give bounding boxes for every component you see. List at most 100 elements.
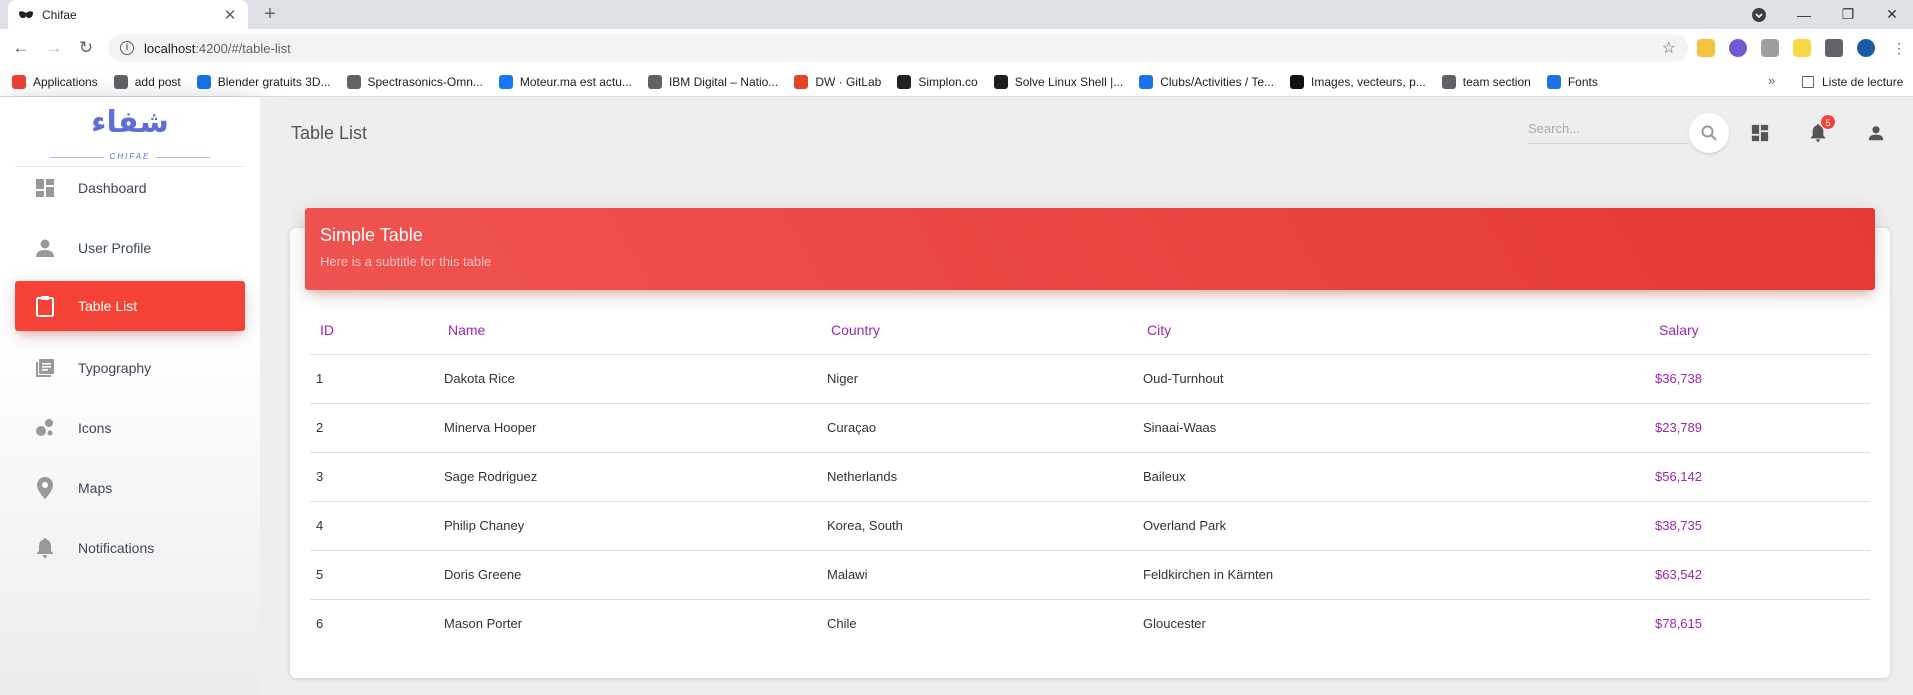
- table-card: Simple Table Here is a subtitle for this…: [290, 208, 1890, 678]
- reading-list-button[interactable]: Liste de lecture: [1802, 67, 1903, 97]
- bookmark-label: Spectrasonics-Omn...: [367, 74, 483, 89]
- sidebar-item-icons[interactable]: Icons: [15, 404, 245, 452]
- dashboard-shortcut-button[interactable]: [1746, 119, 1774, 147]
- table-cell-country: Korea, South: [821, 501, 1137, 551]
- back-icon[interactable]: ←: [10, 37, 32, 59]
- search-icon: [1701, 125, 1717, 141]
- bookmarks-overflow-icon[interactable]: »: [1768, 73, 1775, 88]
- library-books-icon: [34, 357, 56, 379]
- logo-subtitle: CHIFAE: [40, 152, 220, 161]
- bookmark-label: Blender gratuits 3D...: [217, 74, 331, 89]
- table-row: 1 Dakota Rice Niger Oud-Turnhout $36,738: [310, 354, 1870, 404]
- sidebar-item-label: Typography: [78, 360, 152, 376]
- logo[interactable]: شفاء CHIFAE: [40, 105, 220, 165]
- table-row: 2 Minerva Hooper Curaçao Sinaai-Waas $23,789: [310, 403, 1870, 453]
- extension-2-icon[interactable]: [1729, 39, 1747, 57]
- sidebar-item-label: Maps: [78, 480, 113, 496]
- sidebar-item-dashboard[interactable]: Dashboard: [15, 164, 245, 212]
- search-button[interactable]: [1689, 113, 1729, 153]
- browser-menu-icon[interactable]: ⋮: [1888, 37, 1910, 59]
- address-bar[interactable]: i localhost:4200/#/table-list ☆: [108, 34, 1688, 62]
- extension-3-icon[interactable]: [1761, 39, 1779, 57]
- bubble-chart-icon: [34, 417, 56, 439]
- bookmark-item[interactable]: IBM Digital – Natio...: [647, 74, 778, 89]
- bookmark-label: Applications: [33, 74, 98, 89]
- bookmark-item[interactable]: Simplon.co: [897, 74, 978, 89]
- sidebar-item-user-profile[interactable]: User Profile: [15, 224, 245, 272]
- bell-icon: [34, 537, 56, 559]
- bookmark-item[interactable]: add post: [113, 74, 181, 89]
- location-icon: [34, 477, 56, 499]
- column-header-city: City: [1137, 306, 1649, 355]
- extension-1-icon[interactable]: [1697, 39, 1715, 57]
- bookmarks-bar: Applications add post Blender gratuits 3D.…: [0, 67, 1913, 97]
- url-host: localhost: [144, 40, 196, 56]
- bookmark-favicon-icon: [794, 74, 809, 89]
- bookmark-item[interactable]: Blender gratuits 3D...: [196, 74, 331, 89]
- column-header-salary: Salary: [1649, 306, 1870, 355]
- search-field[interactable]: [1528, 114, 1688, 144]
- bookmark-item[interactable]: team section: [1441, 74, 1531, 89]
- sidebar-item-label: User Profile: [78, 240, 152, 256]
- table-cell-name: Philip Chaney: [438, 501, 821, 551]
- bookmark-star-icon[interactable]: ☆: [1662, 38, 1676, 58]
- extension-4-icon[interactable]: [1793, 39, 1811, 57]
- bookmark-favicon-icon: [897, 74, 912, 89]
- sidebar-item-table-list[interactable]: Table List: [15, 281, 245, 331]
- table-cell-name: Doris Greene: [438, 550, 821, 600]
- tab-search-icon[interactable]: [1737, 0, 1781, 29]
- table-cell-country: Malawi: [821, 550, 1137, 600]
- table-cell-name: Dakota Rice: [438, 354, 821, 404]
- close-window-icon[interactable]: ✕: [1870, 0, 1913, 29]
- new-tab-button[interactable]: +: [258, 3, 282, 27]
- browser-tab[interactable]: Chifae ✕: [8, 0, 248, 29]
- table-cell-name: Mason Porter: [444, 616, 523, 632]
- sidebar-item-notifications[interactable]: Notifications: [15, 524, 245, 572]
- bookmark-item[interactable]: DW · GitLab: [794, 74, 882, 89]
- table-cell-salary: $56,142: [1649, 452, 1870, 502]
- bookmark-item[interactable]: Solve Linux Shell |...: [993, 74, 1123, 89]
- page-title[interactable]: Table List: [291, 123, 367, 144]
- site-info-icon[interactable]: i: [120, 41, 134, 55]
- bookmark-item[interactable]: Moteur.ma est actu...: [498, 74, 632, 89]
- table-cell-city: Sinaai-Waas: [1137, 403, 1649, 453]
- bookmark-label: Clubs/Activities / Te...: [1160, 74, 1275, 89]
- table-cell-salary: $78,615: [1655, 616, 1702, 632]
- bookmark-item[interactable]: Applications: [12, 74, 98, 89]
- card-subtitle: Here is a subtitle for this table: [320, 254, 492, 269]
- bookmark-label: Images, vecteurs, p...: [1311, 74, 1426, 89]
- user-menu-button[interactable]: [1862, 119, 1890, 147]
- forward-icon[interactable]: →: [43, 37, 65, 59]
- dashboard-icon: [34, 177, 56, 199]
- sidebar-item-typography[interactable]: Typography: [15, 344, 245, 392]
- reload-icon[interactable]: ↻: [75, 37, 97, 59]
- table-cell-city: Feldkirchen in Kärnten: [1137, 550, 1649, 600]
- extensions-puzzle-icon[interactable]: [1825, 39, 1843, 57]
- bookmark-favicon-icon: [1139, 74, 1154, 89]
- close-tab-icon[interactable]: ✕: [222, 6, 238, 24]
- table-cell-id: 1: [310, 354, 438, 404]
- notifications-button[interactable]: 5: [1804, 114, 1836, 147]
- notification-count-badge: 5: [1820, 114, 1836, 130]
- search-input[interactable]: [1528, 114, 1688, 143]
- bookmark-item[interactable]: Fonts: [1546, 74, 1598, 89]
- table-cell-country: Niger: [821, 354, 1137, 404]
- bookmark-item[interactable]: Images, vecteurs, p...: [1290, 74, 1426, 89]
- table-cell-id: 4: [310, 501, 438, 551]
- minimize-window-icon[interactable]: —: [1782, 0, 1826, 29]
- bookmark-favicon-icon: [1441, 74, 1456, 89]
- column-header-country: Country: [821, 306, 1137, 355]
- profile-avatar-icon[interactable]: [1857, 39, 1875, 57]
- table-cell-id: 6: [316, 616, 324, 632]
- sidebar-item-maps[interactable]: Maps: [15, 464, 245, 512]
- bookmark-item[interactable]: Spectrasonics-Omn...: [346, 74, 483, 89]
- table-cell-country: Chile: [827, 616, 857, 632]
- tab-title: Chifae: [42, 7, 77, 22]
- bookmark-favicon-icon: [1546, 74, 1561, 89]
- bookmark-label: DW · GitLab: [815, 74, 882, 89]
- bookmark-item[interactable]: Clubs/Activities / Te...: [1139, 74, 1275, 89]
- table-cell-salary: $38,735: [1649, 501, 1870, 551]
- sidebar-item-label: Notifications: [78, 540, 155, 556]
- restore-window-icon[interactable]: ❐: [1826, 0, 1870, 29]
- bookmark-label: Simplon.co: [918, 74, 978, 89]
